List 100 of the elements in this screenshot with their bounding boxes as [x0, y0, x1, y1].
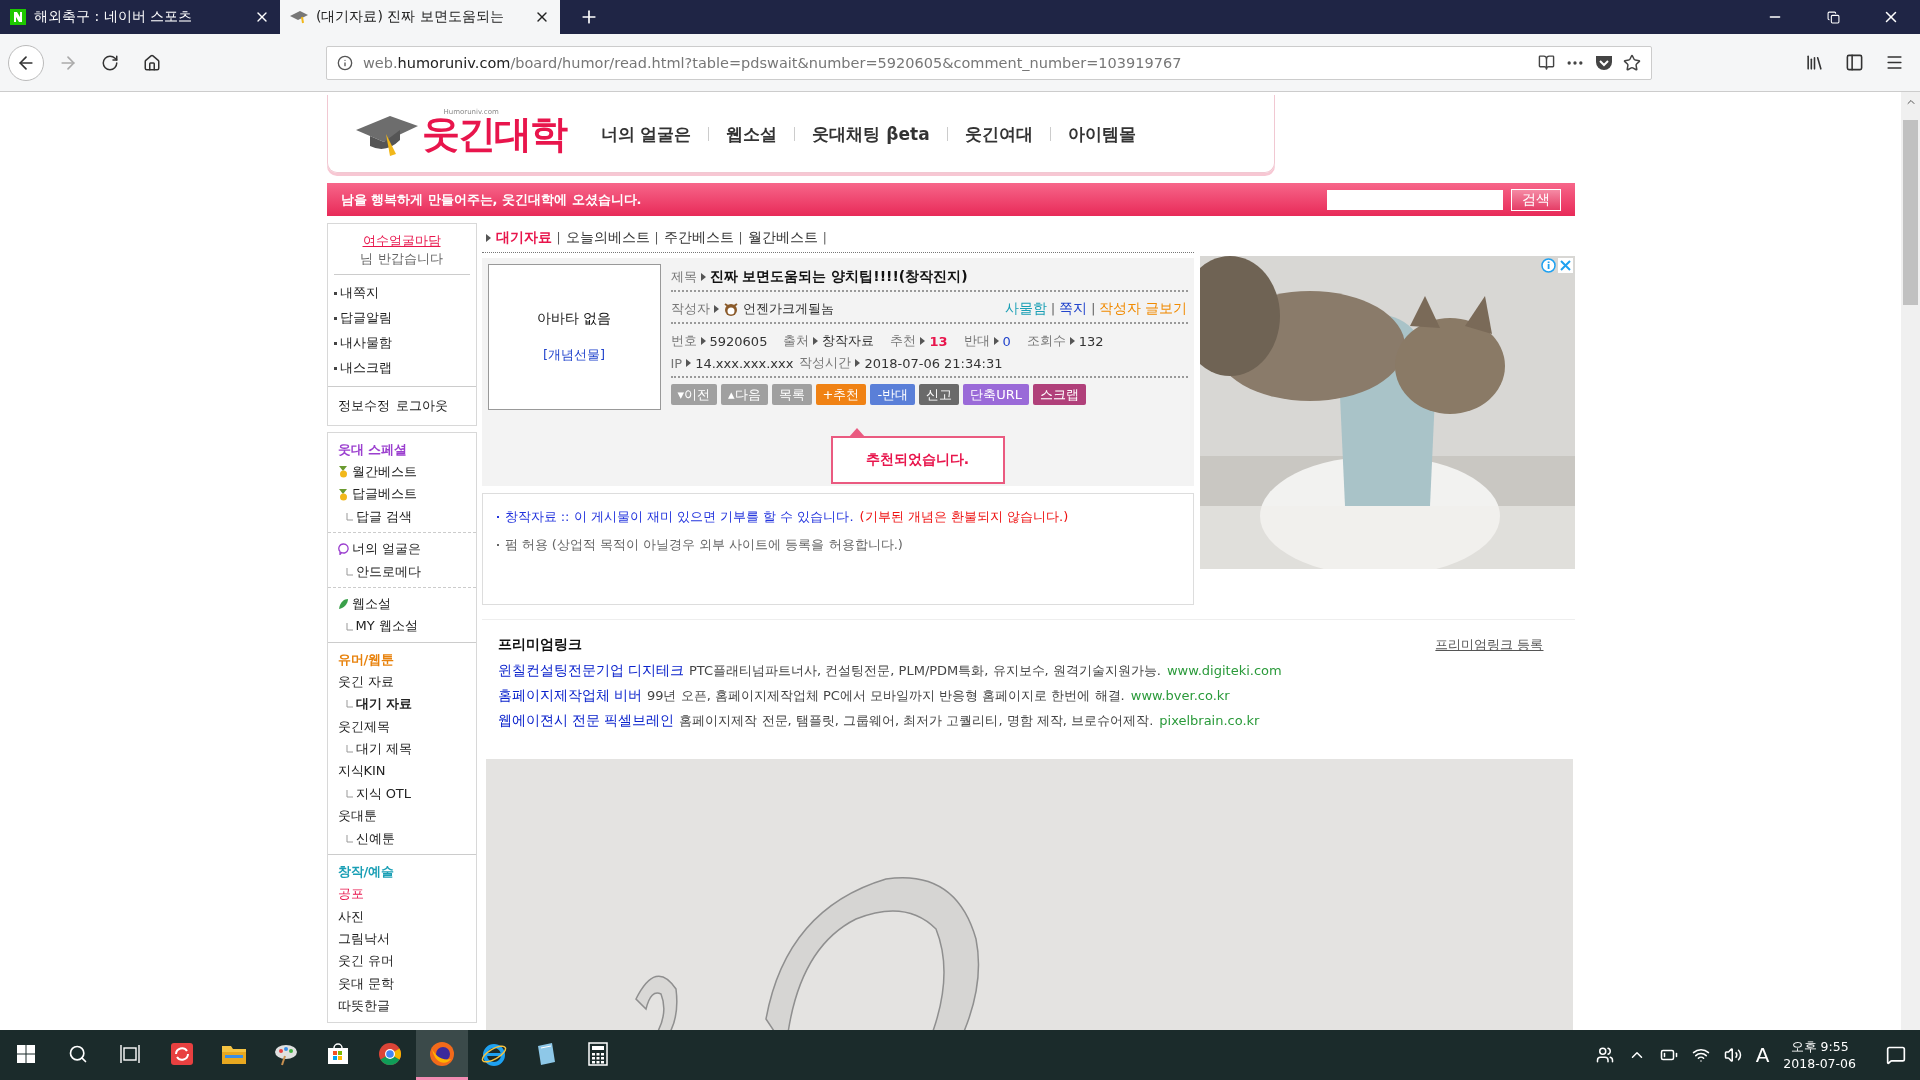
post-action-button[interactable]: 스크랩	[1032, 384, 1086, 405]
sponsor-description: PTC플래티넘파트너사, 컨설팅전문, PLM/PDM특화, 유지보수, 원격기술지원가능.	[688, 663, 1161, 678]
sponsor-url[interactable]: pixelbrain.co.kr	[1159, 713, 1260, 728]
divider: |	[1091, 302, 1096, 316]
divider: |	[822, 231, 827, 245]
category-link[interactable]: 웃대툰	[337, 805, 466, 828]
sync-icon	[170, 1041, 194, 1066]
category-link[interactable]: 답글 검색	[337, 505, 466, 529]
character-icon	[722, 301, 739, 317]
sponsor-description: 99년 오픈, 홈페이지제작업체 PC에서 모바일까지 반응형 홈페이지로 한번에 해결.	[646, 688, 1125, 703]
menu-icon[interactable]	[1884, 53, 1904, 72]
divider: |	[556, 231, 561, 245]
sidebar-icon[interactable]	[1844, 53, 1864, 72]
browser-tab[interactable]: 해외축구 : 네이버 스포츠	[0, 0, 280, 34]
user-menu-link[interactable]: 내사물함	[333, 331, 470, 355]
field-label: 제목	[670, 268, 697, 286]
category-link[interactable]: 지식 OTL	[337, 782, 466, 806]
category-link[interactable]: 신예툰	[337, 827, 466, 851]
refund-warning: (기부된 개념은 환불되지 않습니다.)	[859, 508, 1069, 526]
author-name: 언젠가크게될놈	[742, 300, 834, 318]
category-link[interactable]: 웃긴제목	[337, 715, 466, 739]
category-link[interactable]: 월간베스트	[337, 461, 466, 484]
board-tab[interactable]: 주간베스트	[663, 229, 734, 247]
triangle-icon	[993, 337, 999, 345]
field-label: 조회수	[1026, 332, 1066, 350]
reload-icon[interactable]	[101, 53, 119, 72]
category-link[interactable]: 사진	[337, 905, 466, 928]
account-link[interactable]: 정보수정	[337, 397, 390, 415]
category-link[interactable]: 대기 제목	[337, 738, 466, 761]
category-link[interactable]: 답글베스트	[337, 483, 466, 506]
category-link[interactable]: 그림낙서	[337, 927, 466, 951]
category-link[interactable]: 웹소설	[337, 593, 466, 616]
address-bar[interactable]: web.humoruniv.com/board/humor/read.html?table=pdswait&number=5920605&comment_number=103919767	[326, 45, 1652, 80]
category-link[interactable]: 웃긴 유머	[337, 950, 466, 973]
user-name-link[interactable]: 여수얼굴마담	[333, 232, 470, 250]
browser-tab[interactable]: (대기자료) 진짜 보면도움되는	[280, 0, 560, 34]
nav-link[interactable]: 너의 얼굴은	[600, 126, 709, 141]
welcome-text: 남을 행복하게 만들어주는, 웃긴대학에 오셨습니다.	[340, 190, 643, 209]
field-label: 작성자	[670, 300, 710, 318]
category-link[interactable]: 너의 얼굴은	[337, 538, 466, 561]
library-icon[interactable]	[1804, 53, 1824, 72]
clock[interactable]: 오후 9:55 2018-07-06	[1783, 1038, 1856, 1072]
post-action-button[interactable]: -반대	[870, 384, 916, 405]
scrollbar-thumb[interactable]	[1903, 120, 1918, 305]
search-field[interactable]	[1326, 189, 1503, 210]
search-icon[interactable]	[68, 1043, 88, 1064]
people-icon[interactable]	[1595, 1046, 1614, 1064]
category-link[interactable]: MY 웹소설	[337, 615, 466, 638]
restore-icon[interactable]	[1826, 10, 1840, 24]
back-button[interactable]	[8, 44, 44, 81]
field-label: IP	[670, 355, 683, 371]
user-menu-link[interactable]: 내쪽지	[333, 281, 470, 305]
windows-icon[interactable]	[17, 1044, 35, 1063]
category-link[interactable]: 공포	[337, 883, 466, 906]
chrome-like-icon	[378, 1041, 402, 1066]
sponsor-link[interactable]: 윈칠컨설팅전문기업 디지테크	[497, 662, 684, 678]
sponsor-link[interactable]: 홈페이지제작업체 비버	[497, 687, 642, 703]
category-link[interactable]: 지식KIN	[337, 760, 466, 783]
info-icon[interactable]	[337, 54, 353, 71]
nav-link[interactable]: 아이템몰	[1049, 126, 1153, 141]
category-link[interactable]: 대기 자료	[337, 693, 466, 716]
post-action-button[interactable]: 단축URL	[963, 384, 1029, 405]
category-link[interactable]: 안드로메다	[337, 560, 466, 584]
category-link[interactable]: 웃긴 자료	[337, 670, 466, 694]
post-action-button[interactable]: 신고	[919, 384, 960, 405]
triangle-icon	[713, 305, 719, 313]
field-value: 13	[929, 333, 948, 349]
field-value: 14.xxx.xxx.xxx	[695, 355, 794, 371]
category-title: 웃대 스페셜	[337, 441, 409, 459]
user-menu-link[interactable]: 내스크랩	[333, 356, 470, 380]
triangle-icon	[700, 273, 706, 281]
board-tab[interactable]: 대기자료	[495, 229, 552, 247]
task-view-icon[interactable]	[120, 1044, 140, 1063]
divider: |	[654, 231, 659, 245]
account-link[interactable]: 로그아웃	[395, 397, 448, 415]
wifi-icon[interactable]	[1691, 1046, 1710, 1064]
home-icon[interactable]	[143, 53, 161, 72]
board-tab[interactable]: 월간베스트	[747, 229, 818, 247]
user-menu-link[interactable]: 답글알림	[333, 306, 470, 330]
section-title: 프리미엄링크	[497, 636, 582, 654]
category-link[interactable]: 따뜻한글	[337, 995, 466, 1018]
nav-link[interactable]: 웹소설	[708, 126, 795, 141]
sponsor-url[interactable]: www.digiteki.com	[1167, 663, 1282, 678]
sponsor-link[interactable]: 웹에이젼시 전문 픽셀브레인	[497, 712, 675, 728]
nav-link[interactable]: 웃긴여대	[946, 126, 1050, 141]
volume-icon[interactable]	[1723, 1046, 1742, 1064]
author-link[interactable]: 쪽지	[1059, 300, 1088, 318]
board-tab[interactable]: 오늘의베스트	[565, 229, 650, 247]
register-link[interactable]: 프리미엄링크 등록	[1435, 636, 1544, 654]
sponsor-url[interactable]: www.bver.co.kr	[1130, 688, 1230, 703]
category-link[interactable]: 웃대 문학	[337, 972, 466, 996]
bookmark-star-icon[interactable]	[1623, 53, 1641, 72]
shield-icon[interactable]	[1595, 54, 1613, 71]
graduation-cap-icon	[290, 10, 308, 24]
reader-view-icon[interactable]	[1538, 54, 1555, 71]
notification-icon[interactable]	[1886, 1045, 1906, 1065]
input-method-indicator[interactable]: A	[1755, 1043, 1770, 1067]
gift-link[interactable]: [개념선물]	[542, 346, 606, 364]
sub-item-icon	[345, 834, 353, 843]
divider: |	[738, 231, 743, 245]
